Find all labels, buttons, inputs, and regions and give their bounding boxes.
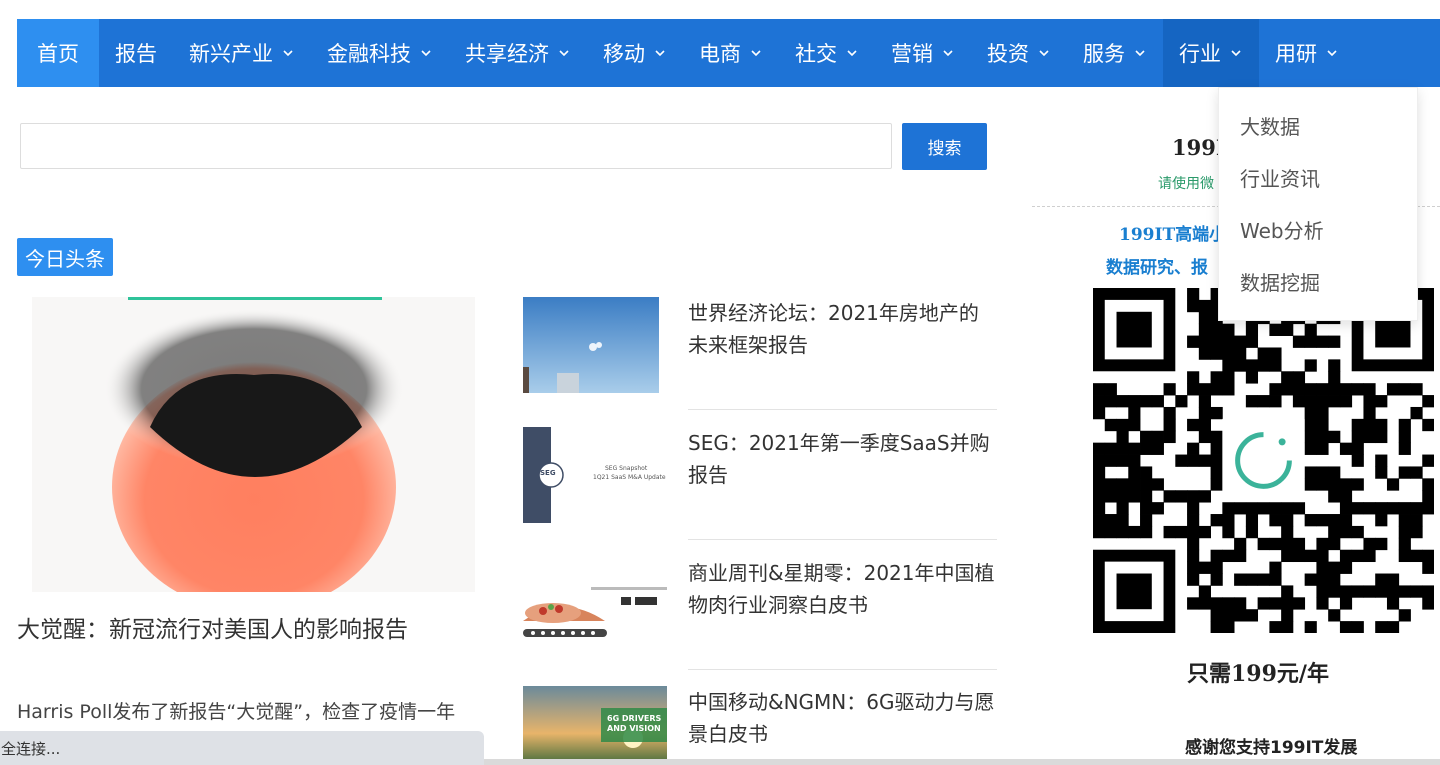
chevron-down-icon [1229, 46, 1243, 60]
article-title[interactable]: SEG：2021年第一季度SaaS并购报告 [688, 427, 998, 491]
nav-item-marketing[interactable]: 营销 [875, 19, 971, 87]
chevron-down-icon [749, 46, 763, 60]
article-thumbnail[interactable] [523, 557, 667, 653]
nav-item-mobile[interactable]: 移动 [587, 19, 683, 87]
sidebar-promo-line: 199IT高端小 [1119, 225, 1227, 245]
article-thumb-text: 6G DRIVERS [607, 714, 662, 723]
nav-label: 新兴产业 [189, 42, 273, 66]
today-headline-badge: 今日头条 [17, 238, 113, 276]
nav-item-investment[interactable]: 投资 [971, 19, 1067, 87]
nav-label: 社交 [795, 42, 837, 66]
status-text: 安全连接... [0, 739, 61, 758]
article-thumb-text: 1Q21 SaaS M&A Update [593, 474, 666, 481]
chevron-down-icon [557, 46, 571, 60]
dropdown-item-data-mining[interactable]: 数据挖掘 [1219, 255, 1417, 307]
article-thumbnail[interactable]: SEG SEG Snapshot 1Q21 SaaS M&A Update [523, 427, 667, 523]
chevron-down-icon [419, 46, 433, 60]
chevron-down-icon [1325, 46, 1339, 60]
article-thumb-text: SEG Snapshot [605, 465, 648, 472]
nav-item-fintech[interactable]: 金融科技 [311, 19, 449, 87]
chevron-down-icon [1037, 46, 1051, 60]
qr-code-image [1093, 288, 1435, 634]
sidebar-price: 只需199元/年 [1187, 661, 1329, 687]
nav-item-ecommerce[interactable]: 电商 [683, 19, 779, 87]
article-title[interactable]: 商业周刊&星期零：2021年中国植物肉行业洞察白皮书 [688, 557, 998, 621]
article-thumbnail[interactable] [523, 297, 667, 393]
nav-item-emerging[interactable]: 新兴产业 [173, 19, 311, 87]
horizontal-scrollbar[interactable] [484, 759, 1440, 765]
divider [688, 669, 997, 670]
browser-status-bar: 安全连接... [0, 731, 484, 765]
nav-label: 服务 [1083, 42, 1125, 66]
chevron-down-icon [281, 46, 295, 60]
nav-item-sharing[interactable]: 共享经济 [449, 19, 587, 87]
nav-item-social[interactable]: 社交 [779, 19, 875, 87]
industry-dropdown-menu: 大数据 行业资讯 Web分析 数据挖掘 [1218, 87, 1418, 321]
nav-item-service[interactable]: 服务 [1067, 19, 1163, 87]
sidebar-thanks: 感谢您支持199IT发展 [1185, 738, 1358, 758]
article-thumb-logo: SEG [540, 469, 556, 477]
chevron-down-icon [1133, 46, 1147, 60]
nav-label: 共享经济 [465, 42, 549, 66]
nav-item-reports[interactable]: 报告 [99, 19, 173, 87]
article-title[interactable]: 世界经济论坛：2021年房地产的未来框架报告 [688, 297, 998, 361]
nav-label: 首页 [37, 42, 79, 66]
chevron-down-icon [845, 46, 859, 60]
nav-label: 移动 [603, 42, 645, 66]
chevron-down-icon [653, 46, 667, 60]
dropdown-item-big-data[interactable]: 大数据 [1219, 99, 1417, 151]
nav-label: 电商 [699, 42, 741, 66]
nav-label: 投资 [987, 42, 1029, 66]
nav-item-user-research[interactable]: 用研 [1259, 19, 1355, 87]
dropdown-item-industry-news[interactable]: 行业资讯 [1219, 151, 1417, 203]
chevron-down-icon [941, 46, 955, 60]
nav-label: 行业 [1179, 42, 1221, 66]
article-title[interactable]: 中国移动&NGMN：6G驱动力与愿景白皮书 [688, 686, 998, 750]
nav-item-industry[interactable]: 行业 [1163, 19, 1259, 87]
lead-article-excerpt: Harris Poll发布了新报告“大觉醒”，检查了疫情一年 [17, 701, 456, 723]
article-thumb-text: AND VISION [607, 724, 661, 733]
lead-article-image[interactable] [32, 297, 475, 592]
lead-article-title[interactable]: 大觉醒：新冠流行对美国人的影响报告 [17, 610, 408, 644]
nav-label: 用研 [1275, 42, 1317, 66]
sidebar-subtitle: 请使用微 [1158, 176, 1214, 192]
divider [688, 539, 997, 540]
nav-item-home[interactable]: 首页 [17, 19, 99, 87]
divider [688, 409, 997, 410]
search-input[interactable] [20, 123, 892, 169]
nav-label: 金融科技 [327, 42, 411, 66]
article-thumbnail[interactable]: 6G DRIVERS AND VISION [523, 686, 667, 765]
dropdown-item-web-analytics[interactable]: Web分析 [1219, 203, 1417, 255]
top-nav: 首页 报告 新兴产业 金融科技 共享经济 移动 电商 社交 营销 投资 服务 行… [17, 19, 1440, 87]
nav-label: 营销 [891, 42, 933, 66]
search-button[interactable]: 搜索 [902, 123, 987, 170]
nav-label: 报告 [115, 42, 157, 66]
sidebar-promo-line: 数据研究、报 [1106, 258, 1208, 278]
